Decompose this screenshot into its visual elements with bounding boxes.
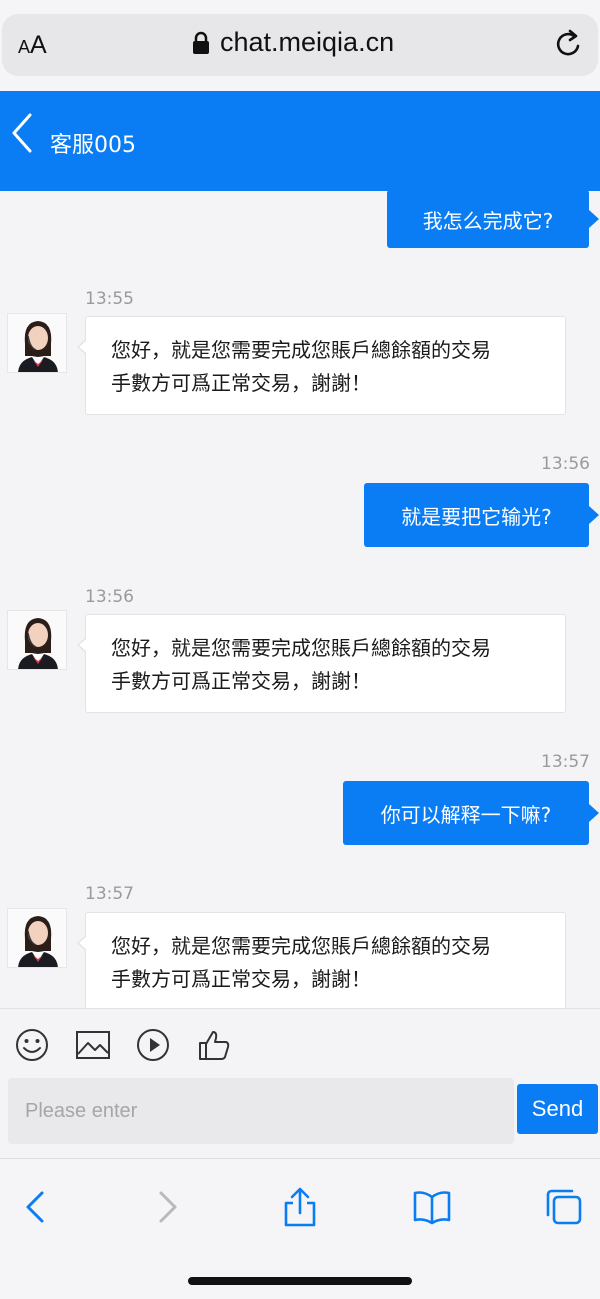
- tabs-icon[interactable]: [544, 1187, 584, 1227]
- message-list[interactable]: 我怎么完成它? 13:55 您好，就是您需要完成您賬戶總餘額的交易 手數方可爲正…: [0, 191, 600, 1008]
- forward-icon[interactable]: [147, 1187, 187, 1227]
- video-icon[interactable]: [135, 1027, 171, 1063]
- agent-avatar-icon: [8, 314, 66, 372]
- url-text: chat.meiqia.cn: [220, 27, 395, 57]
- incoming-message-line: 手數方可爲正常交易，謝謝！: [111, 967, 371, 991]
- message-input[interactable]: [8, 1078, 514, 1144]
- thumbs-up-icon[interactable]: [196, 1027, 232, 1063]
- send-button[interactable]: Send: [517, 1084, 598, 1134]
- url-pill[interactable]: AA chat.meiqia.cn: [2, 14, 598, 76]
- message-timestamp: 13:57: [541, 752, 590, 772]
- incoming-message-line: 手數方可爲正常交易，謝謝！: [111, 371, 371, 395]
- lock-icon: [193, 31, 209, 54]
- incoming-message-line: 手數方可爲正常交易，謝謝！: [111, 669, 371, 693]
- incoming-message-line: 您好，就是您需要完成您賬戶總餘額的交易: [111, 934, 491, 958]
- message-timestamp: 13:55: [85, 289, 134, 309]
- composer: Send: [0, 1076, 600, 1156]
- agent-avatar-icon: [8, 909, 66, 967]
- message-timestamp: 13:57: [85, 884, 134, 904]
- chat-header: 客服005: [0, 91, 600, 191]
- text-size-button[interactable]: AA: [18, 31, 47, 60]
- incoming-message-line: 您好，就是您需要完成您賬戶總餘額的交易: [111, 338, 491, 362]
- bookmarks-icon[interactable]: [412, 1187, 452, 1227]
- incoming-message-line: 您好，就是您需要完成您賬戶總餘額的交易: [111, 636, 491, 660]
- agent-avatar: [7, 313, 67, 373]
- outgoing-message: 我怎么完成它?: [387, 191, 589, 248]
- agent-avatar: [7, 610, 67, 670]
- agent-name: 客服005: [50, 133, 136, 158]
- home-indicator: [188, 1277, 412, 1285]
- incoming-message: 您好，就是您需要完成您賬戶總餘額的交易 手數方可爲正常交易，謝謝！: [77, 614, 566, 713]
- message-timestamp: 13:56: [85, 587, 134, 607]
- share-icon[interactable]: [280, 1187, 320, 1227]
- agent-avatar: [7, 908, 67, 968]
- browser-address-bar: AA chat.meiqia.cn: [0, 0, 600, 91]
- image-icon[interactable]: [75, 1027, 111, 1063]
- back-icon[interactable]: [16, 1187, 56, 1227]
- incoming-message: 您好，就是您需要完成您賬戶總餘額的交易 手數方可爲正常交易，謝謝！: [77, 316, 566, 415]
- incoming-message: 您好，就是您需要完成您賬戶總餘額的交易 手數方可爲正常交易，謝謝！: [77, 912, 566, 1008]
- outgoing-message: 你可以解释一下嘛?: [343, 781, 589, 845]
- agent-avatar-icon: [8, 611, 66, 669]
- url-display[interactable]: chat.meiqia.cn: [192, 27, 394, 58]
- reload-icon[interactable]: [552, 27, 586, 61]
- message-timestamp: 13:56: [541, 454, 590, 474]
- composer-toolbar: [0, 1008, 600, 1076]
- back-arrow-icon[interactable]: [8, 111, 38, 155]
- outgoing-message: 就是要把它输光?: [364, 483, 589, 547]
- emoji-icon[interactable]: [14, 1027, 50, 1063]
